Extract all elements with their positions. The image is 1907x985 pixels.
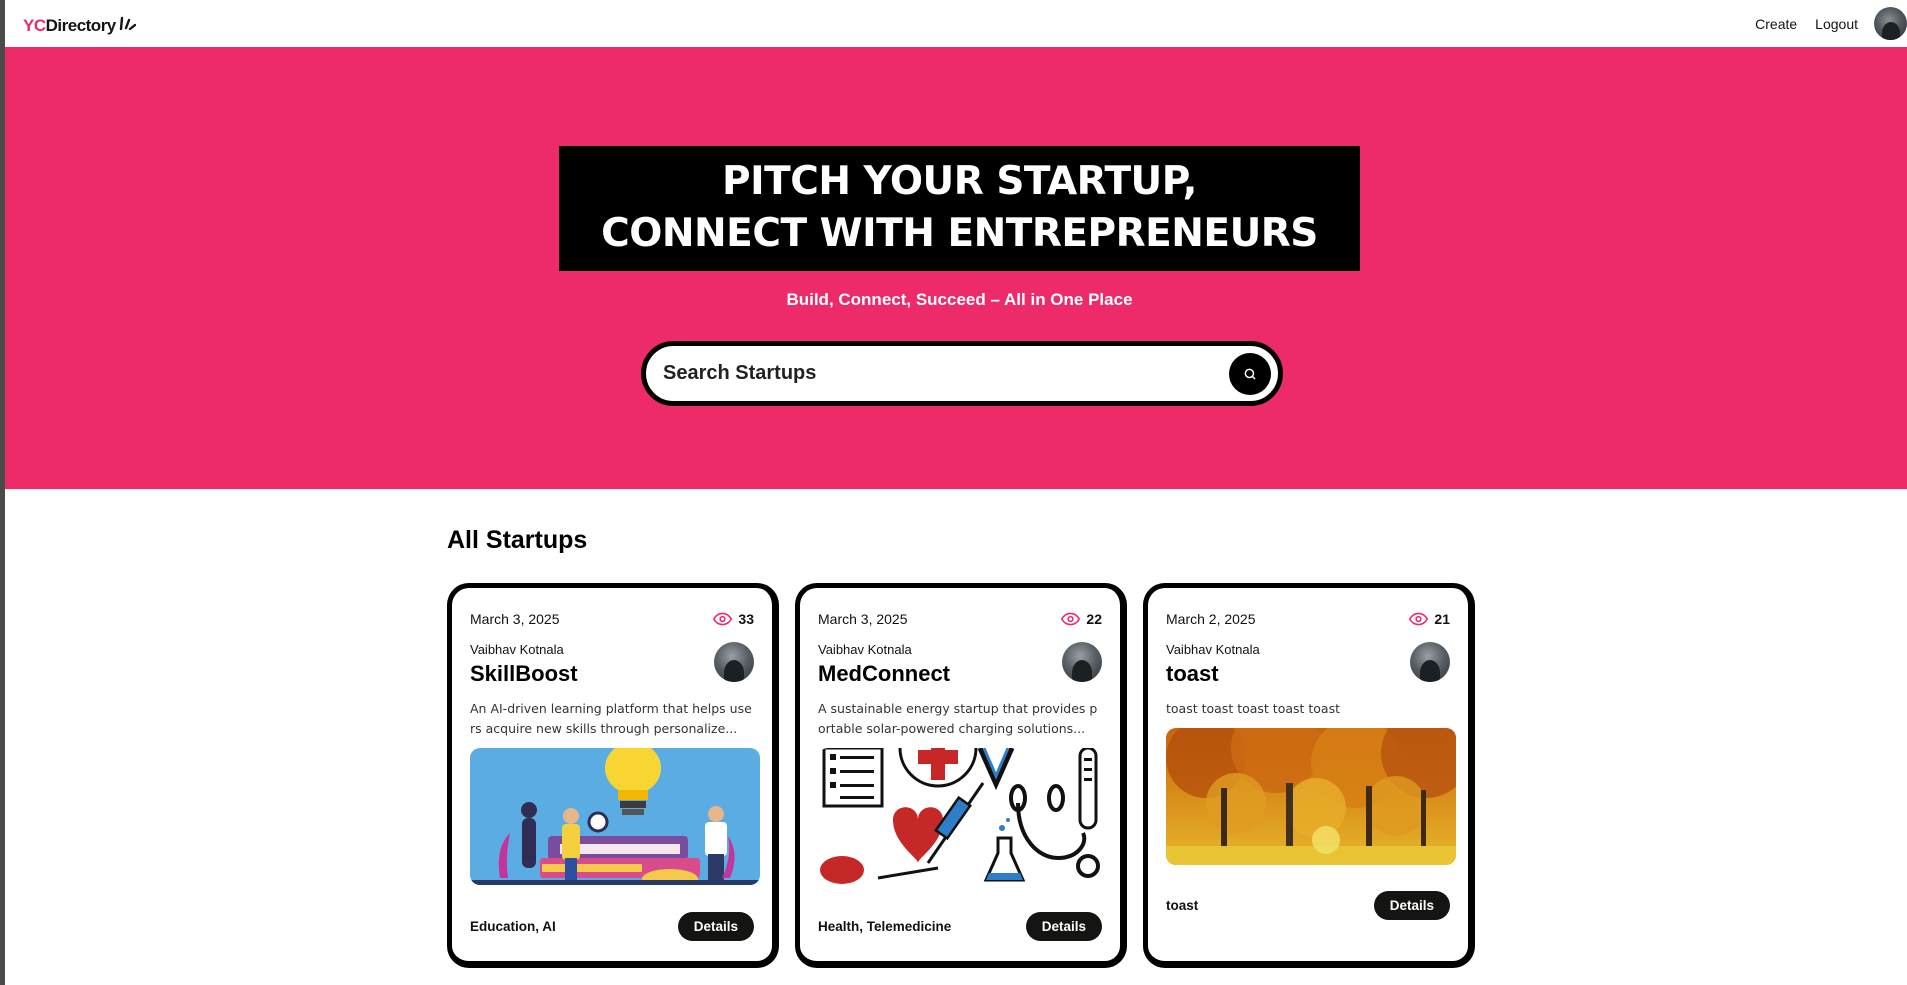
author-avatar[interactable] (1410, 642, 1450, 682)
card-category[interactable]: Education, AI (470, 919, 556, 934)
card-description: toast toast toast toast toast (1166, 701, 1341, 716)
search-form (641, 341, 1283, 406)
eye-icon (1061, 612, 1081, 626)
card-title[interactable]: MedConnect (818, 661, 950, 687)
hero-subheading: Build, Connect, Succeed – All in One Pla… (786, 290, 1133, 309)
details-button[interactable]: Details (1025, 912, 1102, 941)
card-author[interactable]: Vaibhav Kotnala (470, 642, 578, 657)
view-count: 22 (1061, 611, 1102, 627)
user-avatar[interactable] (1874, 7, 1907, 40)
startup-image-medical[interactable] (818, 748, 1108, 885)
logout-link[interactable]: Logout (1815, 16, 1858, 32)
logo-directory: Directory (45, 15, 117, 35)
navbar: YC Directory Create Logout (5, 0, 1907, 47)
logo-spark-icon (119, 16, 136, 30)
author-avatar[interactable] (1062, 642, 1102, 682)
card-category[interactable]: Health, Telemedicine (818, 919, 951, 934)
card-date: March 3, 2025 (818, 611, 908, 627)
hero: Pitch Your Startup, Connect With Entrepr… (5, 47, 1907, 489)
card-description: An AI-driven learning platform that help… (470, 701, 752, 736)
card-description: A sustainable energy startup that provid… (818, 701, 1098, 736)
eye-icon (713, 612, 733, 626)
card-author[interactable]: Vaibhav Kotnala (1166, 642, 1260, 657)
card-date: March 3, 2025 (470, 611, 560, 627)
learning-illustration-icon (470, 748, 760, 885)
view-count: 33 (713, 611, 754, 627)
startup-card: March 2, 2025 21 Vaibhav Kotnala toast t… (1143, 583, 1475, 968)
card-author[interactable]: Vaibhav Kotnala (818, 642, 950, 657)
hero-heading-line1: Pitch Your Startup, (722, 159, 1197, 204)
startup-card: March 3, 2025 22 Vaibhav Kotnala MedConn… (795, 583, 1127, 968)
autumn-trees-photo-icon (1166, 728, 1456, 865)
nav-actions: Create Logout (1755, 7, 1907, 40)
details-button[interactable]: Details (1373, 891, 1450, 920)
logo[interactable]: YC Directory (23, 12, 136, 36)
hero-heading-line2: Connect With Entrepreneurs (601, 211, 1318, 256)
search-input[interactable] (663, 362, 1229, 385)
details-button[interactable]: Details (677, 912, 754, 941)
section-title: All Startups (447, 526, 588, 554)
startup-image-autumn[interactable] (1166, 728, 1456, 865)
card-date: March 2, 2025 (1166, 611, 1256, 627)
view-count-number: 22 (1086, 611, 1102, 627)
search-button[interactable] (1229, 352, 1271, 395)
card-category[interactable]: toast (1166, 898, 1198, 913)
medical-illustration-icon (818, 748, 1108, 885)
view-count: 21 (1409, 611, 1450, 627)
view-count-number: 33 (738, 611, 754, 627)
hero-heading: Pitch Your Startup, Connect With Entrepr… (559, 146, 1360, 271)
view-count-number: 21 (1434, 611, 1450, 627)
startup-cards: March 3, 2025 33 Vaibhav Kotnala SkillBo… (447, 583, 1475, 968)
create-link[interactable]: Create (1755, 16, 1797, 32)
logo-yc: YC (23, 15, 46, 35)
startup-image-learning[interactable] (470, 748, 760, 885)
author-avatar[interactable] (714, 642, 754, 682)
eye-icon (1409, 612, 1429, 626)
search-icon (1244, 368, 1256, 379)
startup-card: March 3, 2025 33 Vaibhav Kotnala SkillBo… (447, 583, 779, 968)
card-title[interactable]: toast (1166, 661, 1260, 687)
card-title[interactable]: SkillBoost (470, 661, 578, 687)
